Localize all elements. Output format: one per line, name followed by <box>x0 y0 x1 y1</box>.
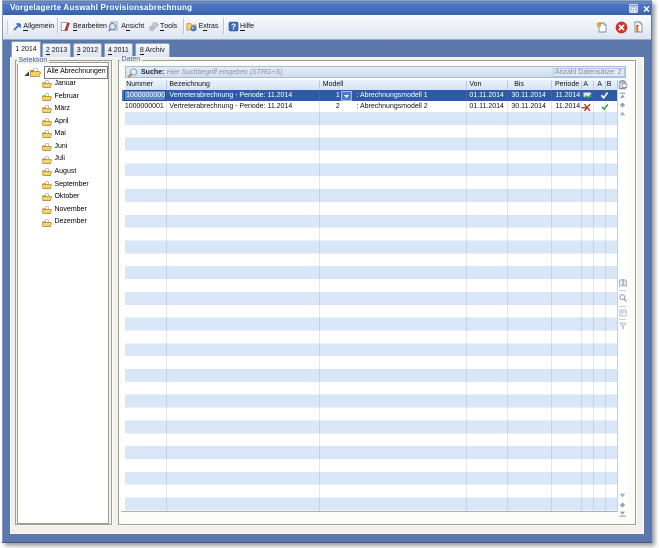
svg-text:?: ? <box>231 21 236 31</box>
